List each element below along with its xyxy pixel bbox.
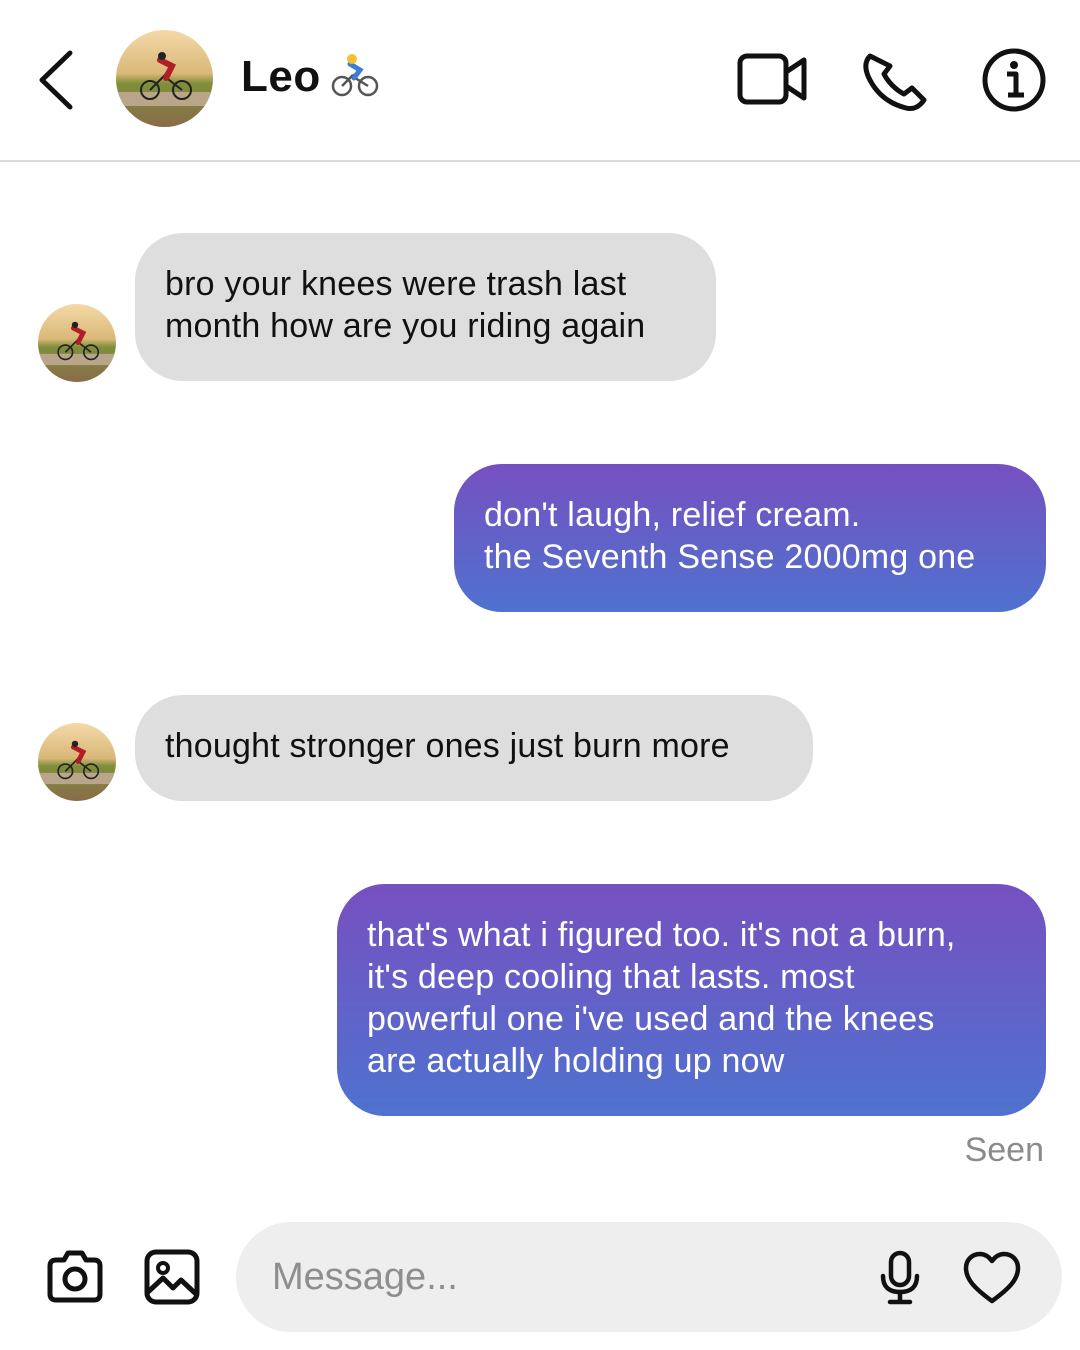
message-line: are actually holding up now	[367, 1042, 785, 1080]
message-line: powerful one i've used and the knees	[367, 1000, 935, 1038]
chat-screen: Leo bro your knees were trash last month…	[0, 0, 1080, 1350]
chat-header: Leo	[0, 0, 1080, 162]
message-line: it's deep cooling that lasts. most	[367, 958, 855, 996]
message-bubble-incoming[interactable]: thought stronger ones just burn more	[135, 695, 813, 801]
gallery-icon	[144, 1249, 200, 1305]
contact-name[interactable]: Leo	[241, 52, 321, 102]
info-button[interactable]	[980, 46, 1048, 114]
sender-avatar[interactable]	[38, 304, 116, 382]
message-input[interactable]	[272, 1250, 832, 1304]
video-call-icon	[737, 53, 807, 105]
message-bubble-outgoing[interactable]: that's what i figured too. it's not a bu…	[337, 884, 1046, 1116]
phone-call-button[interactable]	[860, 48, 930, 112]
phone-call-icon	[863, 53, 927, 111]
message-composer	[236, 1222, 1062, 1332]
video-call-button[interactable]	[736, 50, 810, 108]
cyclist-emoji-icon	[330, 50, 380, 100]
camera-icon	[47, 1250, 103, 1303]
message-bubble-incoming[interactable]: bro your knees were trash last month how…	[135, 233, 716, 381]
camera-button[interactable]	[44, 1248, 106, 1306]
microphone-button[interactable]	[876, 1250, 924, 1306]
message-line: that's what i figured too. it's not a bu…	[367, 916, 956, 954]
message-line: the Seventh Sense 2000mg one	[484, 538, 976, 576]
contact-avatar[interactable]	[116, 30, 213, 127]
heart-icon	[963, 1251, 1021, 1304]
message-bubble-outgoing[interactable]: don't laugh, relief cream. the Seventh S…	[454, 464, 1046, 612]
message-line: thought stronger ones just burn more	[165, 727, 730, 765]
back-button[interactable]	[30, 45, 86, 115]
back-icon	[39, 50, 73, 110]
microphone-icon	[880, 1250, 920, 1305]
message-line: month how are you riding again	[165, 307, 646, 345]
message-line: bro your knees were trash last	[165, 265, 627, 303]
like-button[interactable]	[962, 1250, 1022, 1306]
sender-avatar[interactable]	[38, 723, 116, 801]
gallery-button[interactable]	[143, 1248, 201, 1306]
info-icon	[982, 48, 1046, 112]
seen-status: Seen	[964, 1131, 1044, 1169]
message-line: don't laugh, relief cream.	[484, 496, 861, 534]
